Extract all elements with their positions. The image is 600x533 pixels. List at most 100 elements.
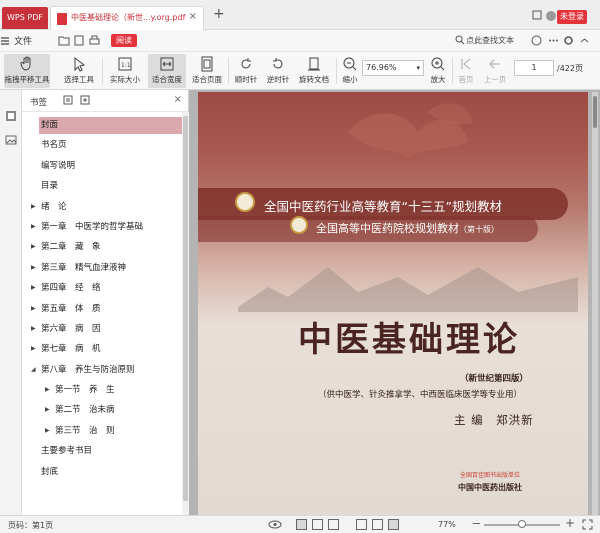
zoom-increase-icon[interactable]: + <box>565 516 575 530</box>
close-tab-icon[interactable]: × <box>189 11 197 22</box>
expand-arrow-icon[interactable]: ▶ <box>31 258 36 278</box>
expand-arrow-icon[interactable]: ▶ <box>31 299 36 319</box>
page-number-input[interactable]: 1 <box>514 60 554 76</box>
expand-arrow-icon[interactable]: ▶ <box>31 237 36 257</box>
expand-arrow-icon[interactable]: ▶ <box>45 380 50 400</box>
skin-icon[interactable] <box>531 9 543 21</box>
rotate-counterclockwise-button[interactable]: 逆时针 <box>264 54 292 88</box>
bookmark-item[interactable]: 书名页 <box>22 135 189 155</box>
clockwise-label: 顺时针 <box>234 75 258 84</box>
expand-window-icon[interactable] <box>582 519 593 530</box>
bookmark-item[interactable]: ◢ 第八章 养生与防治原则 <box>22 360 189 380</box>
document-tab-title: 中医基础理论（新世...y.org.pdf <box>71 13 186 22</box>
zoom-in-label: 放大 <box>430 75 446 84</box>
bookmark-item[interactable]: ▶ 第四章 经 络 <box>22 278 189 298</box>
rotate-document-button[interactable]: 旋转文档 <box>296 54 332 88</box>
page-total-label: /422页 <box>557 64 583 73</box>
bookmark-item[interactable]: 封底 <box>22 462 189 482</box>
find-text-input[interactable]: 点此查找文本 <box>466 35 514 46</box>
search-icon[interactable] <box>455 35 465 45</box>
select-tool-button[interactable]: 选择工具 <box>60 54 98 88</box>
thumbnail-panel-icon[interactable] <box>5 134 17 146</box>
actual-size-button[interactable]: 1:1 实际大小 <box>106 54 144 88</box>
bookmark-item[interactable]: ▶ 第六章 病 因 <box>22 319 189 339</box>
cover-series-line2-text: 全国高等中医药院校规划教材 <box>316 222 459 235</box>
tcm-logo-icon <box>235 192 255 212</box>
save-icon[interactable] <box>74 35 84 46</box>
prev-page-button[interactable]: 上一页 <box>482 54 508 88</box>
fit-page-status-icon[interactable] <box>372 519 383 530</box>
bookmark-item[interactable]: ▶ 第三章 精气血津液神 <box>22 258 189 278</box>
zoom-slider-knob[interactable] <box>518 520 526 528</box>
bookmark-item[interactable]: ▶ 第七章 病 机 <box>22 339 189 359</box>
selection-highlight <box>39 117 183 134</box>
bookmark-item-label: 第三章 精气血津液神 <box>41 262 127 273</box>
bookmark-item[interactable]: 编写说明 <box>22 156 189 176</box>
document-scrollbar-thumb[interactable] <box>593 96 597 128</box>
collapse-arrow-icon[interactable]: ◢ <box>31 360 36 380</box>
book-edition: （新世纪第四版） <box>460 374 529 384</box>
bookmark-item[interactable]: ▶ 第五章 体 质 <box>22 299 189 319</box>
zoom-in-icon <box>431 57 445 71</box>
open-folder-icon[interactable] <box>58 35 70 46</box>
pdf-page-cover[interactable]: 全国中医药行业高等教育“十三五”规划教材 全国高等中医药院校规划教材（第十版） … <box>198 92 588 515</box>
zoom-level-select[interactable]: 76.96% ▾ <box>362 60 424 76</box>
bookmark-add-icon[interactable] <box>80 95 90 105</box>
status-zoom-value: 77% <box>438 520 456 529</box>
main-toolbar: 拖拽平移工具 选择工具 1:1 实际大小 适合宽度 适合页面 顺时针 逆时针 旋… <box>0 52 600 90</box>
zoom-out-button[interactable]: 缩小 <box>340 54 360 88</box>
document-scrollbar-track[interactable] <box>592 92 598 515</box>
settings-gear-icon[interactable] <box>563 35 574 46</box>
bookmark-item[interactable]: 封面 <box>22 115 189 135</box>
document-tab[interactable]: 中医基础理论（新世...y.org.pdf × <box>50 6 204 30</box>
more-options-icon[interactable] <box>548 35 559 46</box>
two-page-view-icon[interactable] <box>328 519 339 530</box>
bookmark-list-icon[interactable] <box>63 95 73 105</box>
fullscreen-icon[interactable] <box>388 519 399 530</box>
zoom-decrease-icon[interactable]: − <box>472 517 481 530</box>
bookmark-subitem[interactable]: ▶ 第二节 治未病 <box>22 400 189 420</box>
dropdown-arrow-icon: ▾ <box>416 64 420 72</box>
close-panel-icon[interactable]: × <box>174 94 182 105</box>
eye-protection-icon[interactable] <box>268 519 282 530</box>
smiley-icon[interactable] <box>531 35 542 46</box>
fit-page-button[interactable]: 适合页面 <box>189 54 225 88</box>
pan-tool-button[interactable]: 拖拽平移工具 <box>4 54 50 88</box>
file-menu[interactable]: 文件 <box>14 34 32 47</box>
bookmark-item[interactable]: 目录 <box>22 176 189 196</box>
expand-arrow-icon[interactable]: ▶ <box>45 400 50 420</box>
continuous-view-icon[interactable] <box>312 519 323 530</box>
fit-width-status-icon[interactable] <box>356 519 367 530</box>
first-page-button[interactable]: 首页 <box>456 54 476 88</box>
read-mode-button[interactable]: 阅读 <box>111 34 137 47</box>
collapse-chevron-icon[interactable] <box>580 36 589 45</box>
login-button[interactable]: 未登录 <box>557 10 587 24</box>
fit-width-button[interactable]: 适合宽度 <box>148 54 186 88</box>
bookmark-item-label: 第三节 治 则 <box>55 425 115 436</box>
bookmark-subitem[interactable]: ▶ 第三节 治 则 <box>22 421 189 441</box>
bookmark-item[interactable]: ▶ 绪 论 <box>22 197 189 217</box>
expand-arrow-icon[interactable]: ▶ <box>45 421 50 441</box>
wps-app-tab[interactable]: WPS PDF <box>2 7 48 29</box>
bookmark-scrollbar-thumb[interactable] <box>183 116 188 501</box>
bookmark-item[interactable]: 主要参考书目 <box>22 441 189 461</box>
expand-arrow-icon[interactable]: ▶ <box>31 217 36 237</box>
print-icon[interactable] <box>89 35 100 46</box>
expand-arrow-icon[interactable]: ▶ <box>31 319 36 339</box>
bookmark-item[interactable]: ▶ 第一章 中医学的哲学基础 <box>22 217 189 237</box>
cover-edition-tag: （第十版） <box>459 225 499 234</box>
new-tab-icon[interactable]: + <box>213 6 225 22</box>
rotate-clockwise-button[interactable]: 顺时针 <box>232 54 260 88</box>
user-avatar-icon[interactable] <box>545 10 557 22</box>
single-page-view-icon[interactable] <box>296 519 307 530</box>
hamburger-menu-icon[interactable] <box>0 36 10 46</box>
expand-arrow-icon[interactable]: ▶ <box>31 339 36 359</box>
zoom-in-button[interactable]: 放大 <box>428 54 448 88</box>
bookmark-panel-icon[interactable] <box>5 110 17 122</box>
bookmark-item[interactable]: ▶ 第二章 藏 象 <box>22 237 189 257</box>
bookmark-subitem[interactable]: ▶ 第一节 养 生 <box>22 380 189 400</box>
expand-arrow-icon[interactable]: ▶ <box>31 197 36 217</box>
expand-arrow-icon[interactable]: ▶ <box>31 278 36 298</box>
book-editor: 主 编 郑洪新 <box>454 413 534 427</box>
bookmark-item-label: 第一章 中医学的哲学基础 <box>41 221 144 232</box>
